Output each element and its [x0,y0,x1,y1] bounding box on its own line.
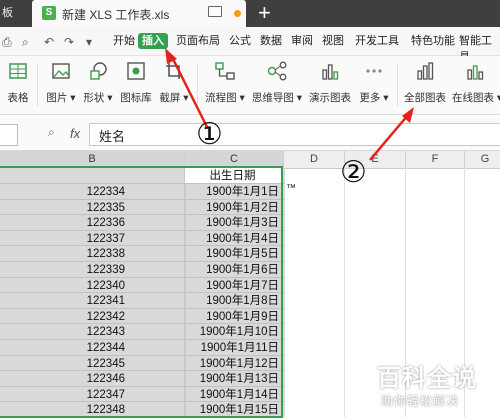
watermark-title: 百科全说 [377,365,477,392]
step-2-marker: ② [340,155,367,190]
step-1-marker: ① [196,117,223,152]
watermark-subtitle: 助你轻松解决 [381,394,460,408]
annotation-layer [165,48,414,161]
arrow-to-all-charts [369,114,409,161]
